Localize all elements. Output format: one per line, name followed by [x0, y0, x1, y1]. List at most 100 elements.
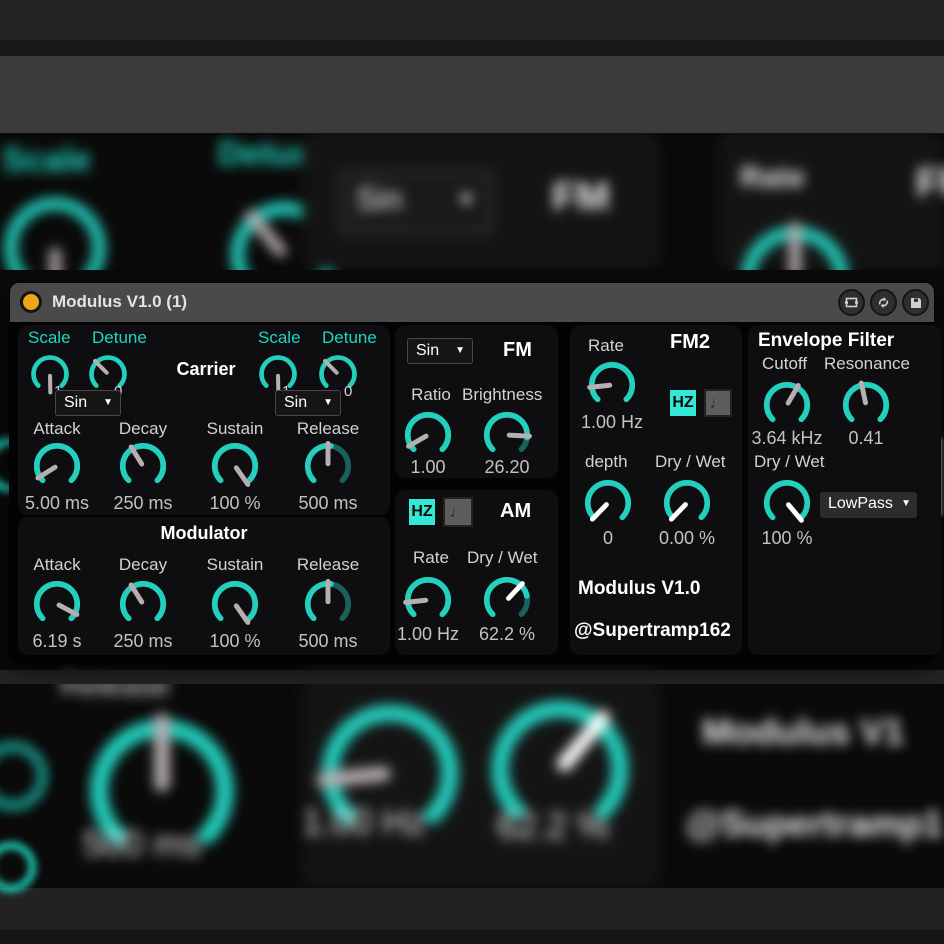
bg-blur-top: Scale Detune Sin ▼ FM Rate FM [0, 133, 944, 270]
cutoff-knob[interactable] [760, 378, 814, 432]
fm2-depth-value: 0 [568, 528, 648, 549]
bg-fm-panel: Sin ▼ FM [302, 133, 660, 270]
dropdown-arrow-icon: ▼ [103, 397, 113, 408]
fm2-drywet-value: 0.00 % [647, 528, 727, 549]
fm2-credit-line1: Modulus V1.0 [578, 578, 700, 600]
carrier-scale2-label: Scale [258, 328, 301, 348]
carrier-wave1-value: Sin [64, 394, 87, 412]
am-rate-value: 1.00 Hz [388, 624, 468, 645]
carrier-attack-label: Attack [12, 419, 102, 439]
fm2-hz-button[interactable]: HZ [668, 388, 698, 418]
carrier-attack-value: 5.00 ms [12, 493, 102, 514]
window-icon [844, 295, 859, 310]
carrier-title: Carrier [166, 359, 246, 380]
fm-wave-dropdown[interactable]: Sin ▼ [407, 338, 473, 364]
fm2-depth-knob[interactable] [581, 476, 635, 530]
filter-type-value: LowPass [828, 495, 893, 513]
modulator-attack-knob[interactable] [30, 577, 84, 631]
device-title: Modulus V1.0 (1) [52, 292, 187, 312]
bg-wave-value: Sin [356, 181, 402, 218]
bg-credit2: @Supertramp1 [686, 803, 943, 845]
modulator-release-knob[interactable] [301, 577, 355, 631]
modulator-sustain-knob[interactable] [208, 577, 262, 631]
modulator-release-label: Release [283, 555, 373, 575]
am-rate-knob[interactable] [401, 573, 455, 627]
filter-drywet-value: 100 % [747, 528, 827, 549]
bg-fm-partial: FM [916, 161, 944, 206]
modulator-release-value: 500 ms [283, 631, 373, 652]
resonance-label: Resonance [824, 354, 910, 374]
carrier-attack-knob[interactable] [30, 439, 84, 493]
save-preset-button[interactable] [902, 289, 929, 316]
note-icon: ♩ [710, 393, 727, 413]
bg-strip-dark [0, 40, 944, 56]
filter-type-dropdown[interactable]: LowPass ▼ [820, 492, 917, 518]
bg-fm-title: FM [552, 175, 610, 220]
hot-swap-button[interactable] [870, 289, 897, 316]
fm2-rate-value: 1.00 Hz [572, 412, 652, 433]
fold-button[interactable] [838, 289, 865, 316]
am-hz-button[interactable]: HZ [407, 497, 437, 527]
envelope-filter-title: Envelope Filter [758, 330, 894, 352]
modulator-decay-knob[interactable] [116, 577, 170, 631]
am-drywet-knob[interactable] [480, 573, 534, 627]
bg-ring-fragment [0, 743, 46, 809]
bg-scale-label: Scale [2, 141, 91, 180]
bg-wave-dropdown: Sin ▼ [340, 171, 492, 233]
modulator-decay-label: Decay [98, 555, 188, 575]
fm2-drywet-knob[interactable] [660, 476, 714, 530]
modulator-sustain-value: 100 % [190, 631, 280, 652]
bg-release-value: 500 ms [83, 823, 201, 865]
am-drywet-label: Dry / Wet [467, 548, 538, 568]
bg-credit1: Modulus V1 [702, 711, 904, 753]
fm-brightness-label: Brightness [462, 385, 542, 405]
carrier-panel: Scale Detune 1 0 Carrier Scale Detune 1 … [18, 325, 390, 515]
bg-rate-knob [732, 217, 858, 270]
fm-ratio-knob[interactable] [401, 408, 455, 462]
carrier-wave1-dropdown[interactable]: Sin ▼ [55, 390, 121, 416]
fm2-panel: Rate FM2 1.00 Hz HZ ♩ depth Dry / Wet 0 … [570, 325, 742, 655]
carrier-decay-label: Decay [98, 419, 188, 439]
carrier-scale1-label: Scale [28, 328, 71, 348]
modulator-attack-label: Attack [12, 555, 102, 575]
filter-drywet-knob[interactable] [760, 476, 814, 530]
fm-brightness-knob[interactable] [480, 408, 534, 462]
bg-separator [0, 670, 944, 684]
carrier-detune2-label: Detune [322, 328, 377, 348]
dropdown-arrow-icon: ▼ [901, 498, 911, 509]
dropdown-arrow-icon: ▼ [455, 345, 465, 356]
envelope-filter-panel: Envelope Filter Cutoff Resonance 3.64 kH… [748, 325, 941, 655]
resonance-value: 0.41 [826, 428, 906, 449]
carrier-release-knob[interactable] [301, 439, 355, 493]
modulator-title: Modulator [18, 523, 390, 544]
save-icon [909, 296, 923, 310]
bg-scale-knob [0, 189, 114, 270]
hot-swap-icon [876, 295, 891, 310]
fm-ratio-label: Ratio [391, 385, 471, 405]
fm-ratio-value: 1.00 [388, 457, 468, 478]
am-rate-label: Rate [391, 548, 471, 568]
carrier-decay-knob[interactable] [116, 439, 170, 493]
carrier-sustain-knob[interactable] [208, 439, 262, 493]
modulator-attack-value: 6.19 s [12, 631, 102, 652]
device-titlebar[interactable]: Modulus V1.0 (1) [10, 283, 934, 322]
bg-blur-bottom: Release 500 ms 1.00 Hz 62.2 % Modulus V1… [0, 663, 944, 890]
bg-strip-top [0, 0, 944, 40]
bg-strip-bottom [0, 888, 944, 930]
carrier-wave2-dropdown[interactable]: Sin ▼ [275, 390, 341, 416]
fm2-rate-knob[interactable] [585, 358, 639, 412]
am-title: AM [500, 500, 531, 523]
am-sync-button[interactable]: ♩ [443, 497, 473, 527]
carrier-sustain-label: Sustain [190, 419, 280, 439]
carrier-wave2-value: Sin [284, 394, 307, 412]
device-on-toggle[interactable] [20, 291, 42, 313]
fm2-sync-button[interactable]: ♩ [704, 389, 732, 417]
bg-rate-label: Rate [740, 161, 805, 195]
bg-rate-panel: Rate [718, 133, 944, 270]
fm-brightness-value: 26.20 [467, 457, 547, 478]
resonance-knob[interactable] [839, 378, 893, 432]
carrier-detune1-label: Detune [92, 328, 147, 348]
bg-dropdown-arrow-icon: ▼ [456, 189, 476, 212]
device-modulus: Modulus V1.0 (1) [10, 283, 934, 663]
am-drywet-value: 62.2 % [467, 624, 547, 645]
